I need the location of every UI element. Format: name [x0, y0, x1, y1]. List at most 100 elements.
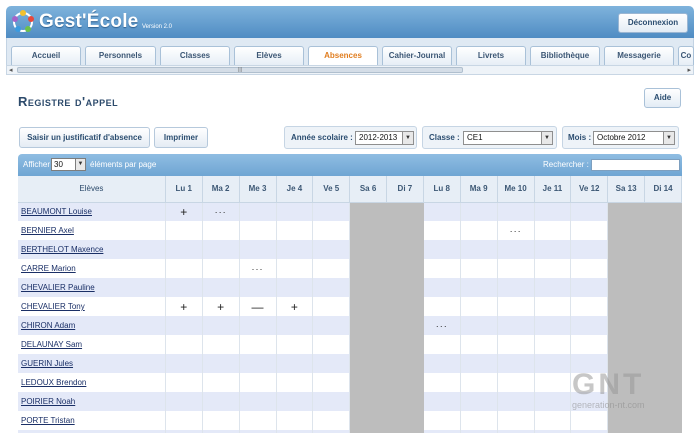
attendance-cell[interactable]	[460, 354, 498, 373]
attendance-cell[interactable]	[460, 221, 498, 240]
attendance-cell[interactable]	[312, 316, 351, 335]
attendance-cell[interactable]	[460, 259, 498, 278]
student-name-link[interactable]: CHEVALIER Pauline	[18, 278, 166, 297]
attendance-cell[interactable]: +	[276, 297, 314, 316]
attendance-cell[interactable]	[239, 373, 277, 392]
student-name-link[interactable]: PORTE Tristan	[18, 411, 166, 430]
attendance-cell[interactable]	[276, 259, 314, 278]
attendance-cell[interactable]: —	[239, 297, 277, 316]
attendance-cell[interactable]	[423, 297, 461, 316]
attendance-cell[interactable]	[312, 411, 351, 430]
student-name-link[interactable]: BEAUMONT Louise	[18, 202, 166, 221]
attendance-cell[interactable]	[239, 278, 277, 297]
attendance-cell[interactable]	[312, 278, 351, 297]
tab-eleves[interactable]: Elèves	[234, 46, 304, 65]
student-name-link[interactable]: GUERIN Jules	[18, 354, 166, 373]
student-name-link[interactable]: POIRIER Noah	[18, 392, 166, 411]
attendance-cell[interactable]	[165, 354, 203, 373]
attendance-cell[interactable]: ···	[423, 316, 461, 335]
tab-absences[interactable]: Absences	[308, 46, 378, 66]
justify-absence-button[interactable]: Saisir un justificatif d'absence	[19, 127, 150, 148]
attendance-cell[interactable]: ···	[239, 259, 277, 278]
attendance-cell[interactable]	[534, 354, 572, 373]
attendance-cell[interactable]	[497, 202, 535, 221]
student-name-link[interactable]: DELAUNAY Sam	[18, 335, 166, 354]
attendance-cell[interactable]	[570, 221, 609, 240]
attendance-cell[interactable]	[165, 259, 203, 278]
attendance-cell[interactable]	[423, 221, 461, 240]
print-button[interactable]: Imprimer	[154, 127, 208, 148]
attendance-cell[interactable]	[534, 297, 572, 316]
attendance-cell[interactable]	[497, 297, 535, 316]
attendance-cell[interactable]	[497, 278, 535, 297]
attendance-cell[interactable]	[497, 259, 535, 278]
attendance-cell[interactable]: +	[165, 297, 203, 316]
attendance-cell[interactable]	[423, 259, 461, 278]
attendance-cell[interactable]	[312, 202, 351, 221]
tab-messagerie[interactable]: Messagerie	[604, 46, 674, 65]
attendance-cell[interactable]	[239, 335, 277, 354]
attendance-cell[interactable]	[202, 411, 240, 430]
attendance-cell[interactable]	[534, 259, 572, 278]
attendance-cell[interactable]	[460, 392, 498, 411]
attendance-cell[interactable]	[312, 297, 351, 316]
attendance-cell[interactable]	[460, 278, 498, 297]
attendance-cell[interactable]	[570, 259, 609, 278]
attendance-cell[interactable]	[165, 278, 203, 297]
attendance-cell[interactable]	[570, 335, 609, 354]
attendance-cell[interactable]	[570, 202, 609, 221]
attendance-cell[interactable]	[497, 411, 535, 430]
attendance-cell[interactable]	[534, 373, 572, 392]
attendance-cell[interactable]	[497, 373, 535, 392]
attendance-cell[interactable]	[276, 411, 314, 430]
attendance-cell[interactable]	[460, 373, 498, 392]
attendance-cell[interactable]	[202, 278, 240, 297]
attendance-cell[interactable]	[202, 335, 240, 354]
year-select[interactable]: 2012-2013 ▼	[355, 131, 414, 145]
attendance-cell[interactable]	[423, 354, 461, 373]
scroll-right-icon[interactable]: ▸	[687, 66, 691, 75]
attendance-cell[interactable]	[534, 202, 572, 221]
attendance-cell[interactable]	[165, 335, 203, 354]
month-select[interactable]: Octobre 2012 ▼	[593, 131, 675, 145]
attendance-cell[interactable]	[276, 240, 314, 259]
attendance-cell[interactable]	[202, 373, 240, 392]
per-page-select[interactable]: 30 ▼	[51, 158, 86, 171]
tab-cahier-journal[interactable]: Cahier-Journal	[382, 46, 452, 65]
attendance-cell[interactable]: +	[202, 297, 240, 316]
attendance-cell[interactable]	[534, 411, 572, 430]
attendance-cell[interactable]	[570, 316, 609, 335]
attendance-cell[interactable]	[570, 297, 609, 316]
tab-personnels[interactable]: Personnels	[85, 46, 156, 65]
student-name-link[interactable]: CARRE Marion	[18, 259, 166, 278]
attendance-cell[interactable]	[460, 202, 498, 221]
attendance-cell[interactable]	[423, 373, 461, 392]
attendance-cell[interactable]	[165, 392, 203, 411]
attendance-cell[interactable]	[534, 240, 572, 259]
attendance-cell[interactable]	[202, 240, 240, 259]
attendance-cell[interactable]	[276, 335, 314, 354]
attendance-cell[interactable]	[165, 373, 203, 392]
attendance-cell[interactable]	[165, 411, 203, 430]
attendance-cell[interactable]	[423, 411, 461, 430]
attendance-cell[interactable]	[534, 392, 572, 411]
attendance-cell[interactable]	[497, 240, 535, 259]
attendance-cell[interactable]	[312, 354, 351, 373]
attendance-cell[interactable]	[239, 240, 277, 259]
tab-accueil[interactable]: Accueil	[11, 46, 81, 65]
student-name-link[interactable]: BERTHELOT Maxence	[18, 240, 166, 259]
student-name-link[interactable]: BERNIER Axel	[18, 221, 166, 240]
attendance-cell[interactable]	[312, 373, 351, 392]
attendance-cell[interactable]	[534, 221, 572, 240]
attendance-cell[interactable]	[312, 335, 351, 354]
attendance-cell[interactable]	[460, 316, 498, 335]
attendance-cell[interactable]	[534, 316, 572, 335]
attendance-cell[interactable]	[423, 202, 461, 221]
attendance-cell[interactable]	[460, 335, 498, 354]
attendance-cell[interactable]	[312, 392, 351, 411]
attendance-cell[interactable]	[423, 335, 461, 354]
attendance-cell[interactable]	[239, 354, 277, 373]
class-select[interactable]: CE1 ▼	[463, 131, 553, 145]
attendance-cell[interactable]	[497, 392, 535, 411]
attendance-cell[interactable]: ···	[497, 221, 535, 240]
